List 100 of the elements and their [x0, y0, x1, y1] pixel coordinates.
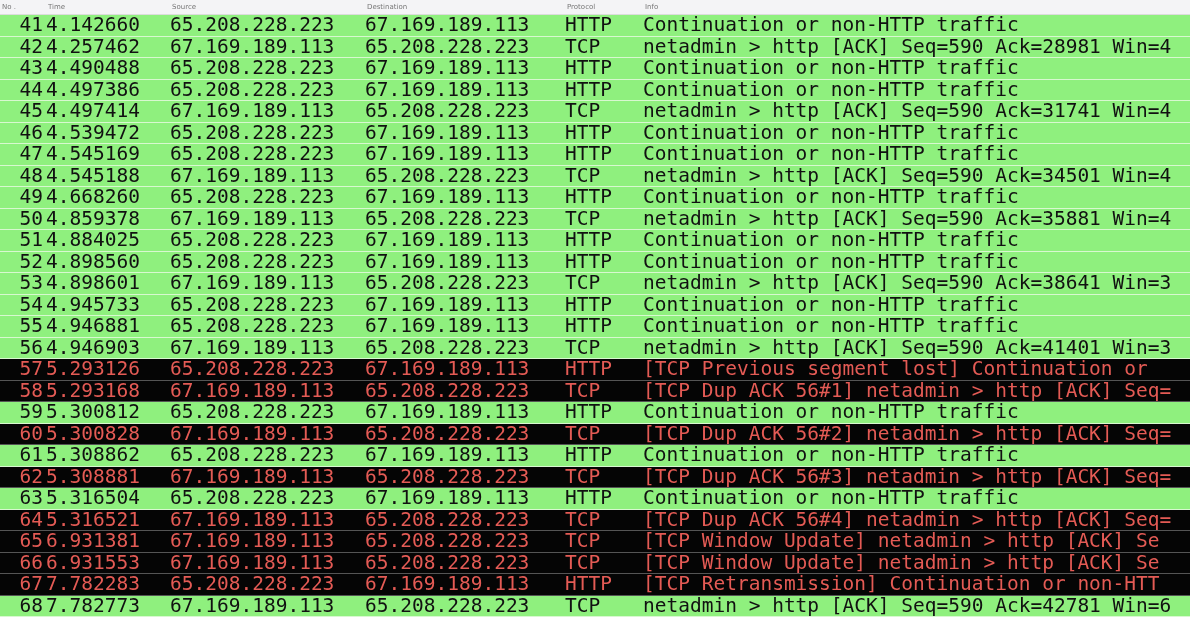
table-cell-text: netadmin > http [ACK] Seq=590 Ack=42781 Win=6	[643, 595, 1173, 616]
table-cell-text: 43	[18, 58, 44, 79]
packet-row[interactable]: 60 5.300828 67.169.189.113 65.208.228.223 TCP [TCP Dup ACK 56#2] netadmin > http [ACK] Seq=	[0, 423, 1190, 445]
table-cell-text: 67.169.189.113	[170, 337, 336, 358]
packet-row[interactable]: 65 6.931381 67.169.189.113 65.208.228.223 TCP [TCP Window Update] netadmin > http [ACK] Se	[0, 531, 1190, 553]
table-cell-text: Continuation or non-HTTP traffic	[643, 79, 1020, 100]
table-cell-text: [TCP Dup ACK 56#3] netadmin > http [ACK] Seq=	[643, 466, 1173, 487]
table-cell-text: 67.169.189.113	[170, 531, 336, 552]
table-cell-text: 67.169.189.113	[365, 79, 531, 100]
table-cell-text: 4.545188	[46, 165, 141, 186]
table-cell-text: 52	[18, 251, 44, 272]
table-cell-text: 65.208.228.223	[170, 187, 336, 208]
packet-row[interactable]: 46 4.539472 65.208.228.223 67.169.189.113 HTTP Continuation or non-HTTP traffic	[0, 122, 1190, 144]
table-cell-text: netadmin > http [ACK] Seq=590 Ack=41401 Win=3	[643, 337, 1173, 358]
table-cell-text: [TCP Window Update] netadmin > http [ACK] Se	[643, 552, 1161, 573]
table-cell-text: 65.208.228.223	[170, 574, 336, 595]
table-cell-text: 65.208.228.223	[170, 79, 336, 100]
table-cell-text: netadmin > http [ACK] Seq=590 Ack=38641 Win=3	[643, 273, 1173, 294]
table-cell-text: Continuation or non-HTTP traffic	[643, 187, 1020, 208]
packet-row[interactable]: 50 4.859378 67.169.189.113 65.208.228.223 TCP netadmin > http [ACK] Seq=590 Ack=35881 Win=4	[0, 208, 1190, 230]
table-cell-text: 65.208.228.223	[170, 15, 336, 36]
table-cell-text: 65.208.228.223	[365, 509, 531, 530]
table-cell-text: 63	[18, 488, 44, 509]
packet-row[interactable]: 41 4.142660 65.208.228.223 67.169.189.113 HTTP Continuation or non-HTTP traffic	[0, 15, 1190, 37]
table-cell-text: 7.782283	[46, 574, 141, 595]
table-cell-text: 67.169.189.113	[170, 509, 336, 530]
table-cell-text: 65.208.228.223	[365, 380, 531, 401]
table-cell-text: 57	[18, 359, 44, 380]
table-cell-text: HTTP	[565, 488, 613, 509]
packet-row[interactable]: 55 4.946881 65.208.228.223 67.169.189.113 HTTP Continuation or non-HTTP traffic	[0, 316, 1190, 338]
table-cell-text: HTTP	[565, 574, 613, 595]
table-cell-text: 66	[18, 552, 44, 573]
table-cell-text: netadmin > http [ACK] Seq=590 Ack=31741 Win=4	[643, 101, 1173, 122]
table-cell-text: 65.208.228.223	[170, 488, 336, 509]
table-cell-text: 65.208.228.223	[170, 144, 336, 165]
packet-row[interactable]: 62 5.308881 67.169.189.113 65.208.228.223 TCP [TCP Dup ACK 56#3] netadmin > http [ACK] Seq=	[0, 466, 1190, 488]
table-cell-text: 65.208.228.223	[365, 36, 531, 57]
packet-row[interactable]: 57 5.293126 65.208.228.223 67.169.189.113 HTTP [TCP Previous segment lost] Continuation or	[0, 359, 1190, 381]
table-cell-text: 67.169.189.113	[365, 316, 531, 337]
table-cell-text: 6.931553	[46, 552, 141, 573]
table-cell-text: 4.898560	[46, 251, 141, 272]
packet-row[interactable]: 68 7.782773 67.169.189.113 65.208.228.223 TCP netadmin > http [ACK] Seq=590 Ack=42781 Win=6	[0, 595, 1190, 617]
table-cell-text: 65.208.228.223	[365, 165, 531, 186]
table-cell-text: TCP	[565, 531, 602, 552]
table-cell-text: 48	[18, 165, 44, 186]
table-cell-text: 47	[18, 144, 44, 165]
table-cell-text: 41	[18, 15, 44, 36]
table-cell-text: 67.169.189.113	[365, 144, 531, 165]
table-cell-text: TCP	[565, 337, 602, 358]
table-cell-text: 46	[18, 122, 44, 143]
packet-row[interactable]: 67 7.782283 65.208.228.223 67.169.189.113 HTTP [TCP Retransmission] Continuation or non-HTT	[0, 574, 1190, 596]
table-cell-text: 4.539472	[46, 122, 141, 143]
table-cell-text: 65.208.228.223	[365, 423, 531, 444]
table-cell-text: HTTP	[565, 58, 613, 79]
table-cell-text: 4.946881	[46, 316, 141, 337]
packet-row[interactable]: 56 4.946903 67.169.189.113 65.208.228.223 TCP netadmin > http [ACK] Seq=590 Ack=41401 Win=3	[0, 337, 1190, 359]
table-cell-text: TCP	[565, 36, 602, 57]
packet-row[interactable]: 44 4.497386 65.208.228.223 67.169.189.113 HTTP Continuation or non-HTTP traffic	[0, 79, 1190, 101]
table-cell-text: 51	[18, 230, 44, 251]
table-cell-text: netadmin > http [ACK] Seq=590 Ack=35881 Win=4	[643, 208, 1173, 229]
packet-row[interactable]: 48 4.545188 67.169.189.113 65.208.228.223 TCP netadmin > http [ACK] Seq=590 Ack=34501 Win=4	[0, 165, 1190, 187]
table-cell-text: 67.169.189.113	[365, 445, 531, 466]
table-cell-text: [TCP Dup ACK 56#1] netadmin > http [ACK] Seq=	[643, 380, 1173, 401]
table-cell-text: 67.169.189.113	[170, 101, 336, 122]
table-cell-text: 67.169.189.113	[170, 36, 336, 57]
packet-row[interactable]: 52 4.898560 65.208.228.223 67.169.189.113 HTTP Continuation or non-HTTP traffic	[0, 251, 1190, 273]
table-cell-text: netadmin > http [ACK] Seq=590 Ack=34501 Win=4	[643, 165, 1173, 186]
table-cell-text: 65.208.228.223	[170, 294, 336, 315]
table-cell-text: 55	[18, 316, 44, 337]
packet-row[interactable]: 61 5.308862 65.208.228.223 67.169.189.113 HTTP Continuation or non-HTTP traffic	[0, 445, 1190, 467]
packet-row[interactable]: 49 4.668260 65.208.228.223 67.169.189.113 HTTP Continuation or non-HTTP traffic	[0, 187, 1190, 209]
table-cell-text: 65.208.228.223	[365, 101, 531, 122]
packet-row[interactable]: 45 4.497414 67.169.189.113 65.208.228.223 TCP netadmin > http [ACK] Seq=590 Ack=31741 Win=4	[0, 101, 1190, 123]
packet-row[interactable]: 53 4.898601 67.169.189.113 65.208.228.223 TCP netadmin > http [ACK] Seq=590 Ack=38641 Win=3	[0, 273, 1190, 295]
table-cell-text: HTTP	[565, 79, 613, 100]
table-cell-text: TCP	[565, 595, 602, 616]
table-cell-text: TCP	[565, 208, 602, 229]
table-cell-text: 67.169.189.113	[170, 208, 336, 229]
table-cell-text: 6.931381	[46, 531, 141, 552]
packet-row[interactable]: 58 5.293168 67.169.189.113 65.208.228.223 TCP [TCP Dup ACK 56#1] netadmin > http [ACK] Seq=	[0, 380, 1190, 402]
packet-row[interactable]: 59 5.300812 65.208.228.223 67.169.189.113 HTTP Continuation or non-HTTP traffic	[0, 402, 1190, 424]
table-cell-text: 5.300812	[46, 402, 141, 423]
packet-row[interactable]: 42 4.257462 67.169.189.113 65.208.228.223 TCP netadmin > http [ACK] Seq=590 Ack=28981 Win=4	[0, 36, 1190, 58]
packet-row[interactable]: 47 4.545169 65.208.228.223 67.169.189.113 HTTP Continuation or non-HTTP traffic	[0, 144, 1190, 166]
table-cell-text: netadmin > http [ACK] Seq=590 Ack=28981 Win=4	[643, 36, 1173, 57]
table-cell-text: 44	[18, 79, 44, 100]
packet-row[interactable]: 63 5.316504 65.208.228.223 67.169.189.113 HTTP Continuation or non-HTTP traffic	[0, 488, 1190, 510]
packet-row[interactable]: 51 4.884025 65.208.228.223 67.169.189.113 HTTP Continuation or non-HTTP traffic	[0, 230, 1190, 252]
packet-row[interactable]: 54 4.945733 65.208.228.223 67.169.189.113 HTTP Continuation or non-HTTP traffic	[0, 294, 1190, 316]
packet-row[interactable]: 66 6.931553 67.169.189.113 65.208.228.223 TCP [TCP Window Update] netadmin > http [ACK] Se	[0, 552, 1190, 574]
packet-row[interactable]: 64 5.316521 67.169.189.113 65.208.228.223 TCP [TCP Dup ACK 56#4] netadmin > http [ACK] Seq=	[0, 509, 1190, 531]
table-cell-text: HTTP	[565, 359, 613, 380]
table-cell-text: TCP	[565, 101, 602, 122]
table-cell-text: TCP	[565, 380, 602, 401]
table-cell-text: 67.169.189.113	[365, 402, 531, 423]
table-cell-text: Continuation or non-HTTP traffic	[643, 445, 1019, 466]
table-cell-text: 67.169.189.113	[365, 251, 531, 272]
packet-row[interactable]: 43 4.490488 65.208.228.223 67.169.189.113 HTTP Continuation or non-HTTP traffic	[0, 58, 1190, 80]
table-cell-text: Continuation or non-HTTP traffic	[643, 15, 1020, 36]
table-cell-text: 60	[18, 423, 44, 444]
